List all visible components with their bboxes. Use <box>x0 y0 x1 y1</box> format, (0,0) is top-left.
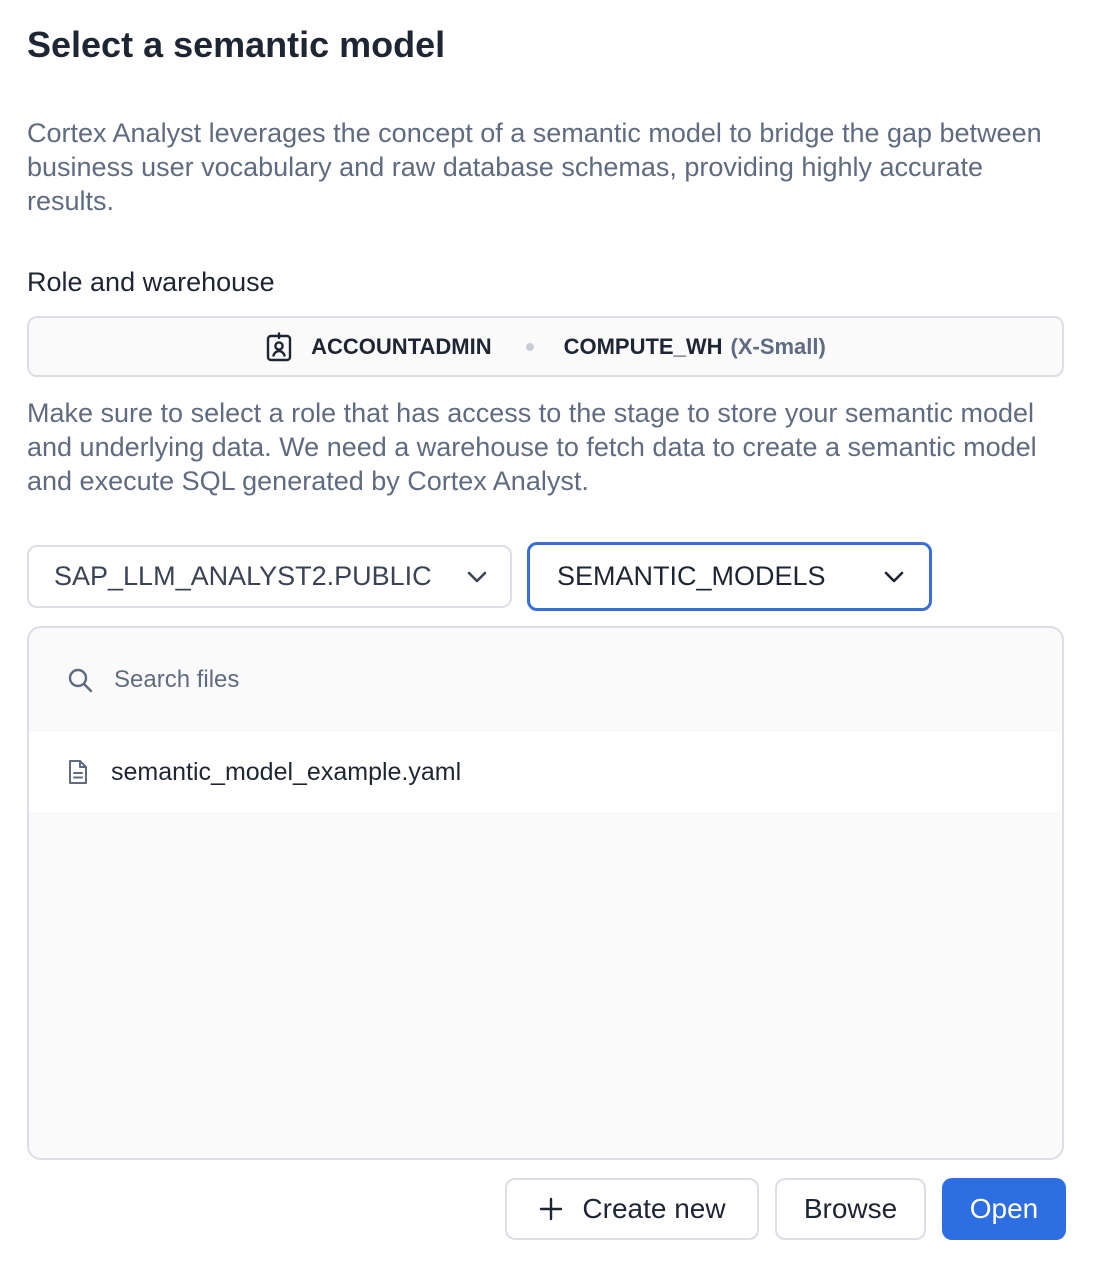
warehouse-name: COMPUTE_WH <box>563 333 723 359</box>
file-icon <box>67 759 89 785</box>
file-browser-panel: semantic_model_example.yaml <box>27 626 1064 1160</box>
create-new-button[interactable]: Create new <box>505 1178 759 1240</box>
contact-badge-icon <box>265 331 293 362</box>
warehouse-size: (X-Small) <box>730 333 826 359</box>
chevron-down-icon <box>464 564 490 590</box>
role-warehouse-selector[interactable]: ACCOUNTADMIN COMPUTE_WH (X-Small) <box>27 316 1064 377</box>
stage-select-value: SEMANTIC_MODELS <box>557 561 826 591</box>
browse-button[interactable]: Browse <box>775 1178 926 1240</box>
search-icon <box>66 666 94 694</box>
schema-select-value: SAP_LLM_ANALYST2.PUBLIC <box>54 561 432 591</box>
separator-dot <box>525 342 534 351</box>
schema-select[interactable]: SAP_LLM_ANALYST2.PUBLIC <box>27 545 512 608</box>
open-label: Open <box>969 1193 1039 1224</box>
dialog-title: Select a semantic model <box>27 24 446 65</box>
role-warehouse-hint: Make sure to select a role that has acce… <box>27 398 1037 496</box>
chevron-down-icon <box>881 564 907 590</box>
dialog-description: Cortex Analyst leverages the concept of … <box>27 118 1042 216</box>
file-list-item[interactable]: semantic_model_example.yaml <box>29 732 1062 812</box>
create-new-label: Create new <box>582 1193 726 1224</box>
open-button[interactable]: Open <box>942 1178 1066 1240</box>
stage-select[interactable]: SEMANTIC_MODELS <box>527 542 932 611</box>
search-files-input[interactable] <box>112 665 916 695</box>
file-search-bar <box>29 628 1062 732</box>
browse-label: Browse <box>803 1193 898 1224</box>
plus-icon <box>538 1196 564 1222</box>
role-name: ACCOUNTADMIN <box>311 333 492 359</box>
file-name: semantic_model_example.yaml <box>111 757 462 786</box>
role-warehouse-label: Role and warehouse <box>27 267 275 297</box>
